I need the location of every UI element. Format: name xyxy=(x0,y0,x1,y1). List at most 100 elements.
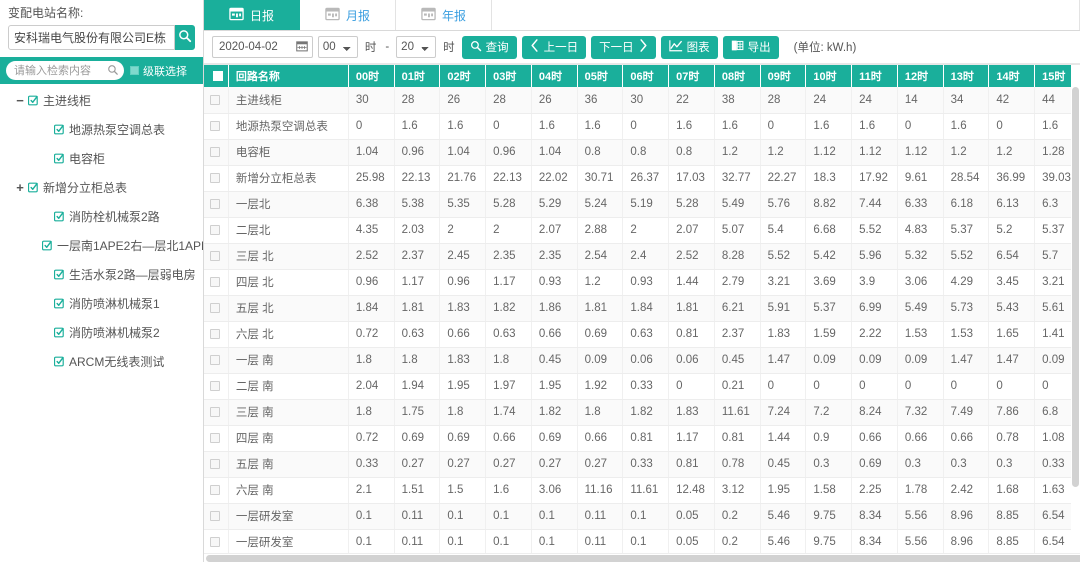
select-all-header[interactable] xyxy=(204,65,228,87)
next-day-button[interactable]: 下一日 xyxy=(591,36,656,59)
row-checkbox[interactable] xyxy=(210,355,220,365)
table-row[interactable]: 三层 南1.81.751.81.741.821.81.821.8311.617.… xyxy=(204,399,1080,425)
tree-node[interactable]: 一层南1APE2右—层北1APE1左 xyxy=(0,231,203,260)
tree-search-input[interactable] xyxy=(6,61,124,80)
table-row[interactable]: 三层 北2.522.372.452.352.352.542.42.528.285… xyxy=(204,243,1080,269)
table-row[interactable]: 主进线柜302826282636302238282424143442444844… xyxy=(204,87,1080,113)
row-checkbox[interactable] xyxy=(210,121,220,131)
row-checkbox[interactable] xyxy=(210,303,220,313)
prev-day-button[interactable]: 上一日 xyxy=(522,36,587,59)
row-checkbox[interactable] xyxy=(210,511,220,521)
row-select-cell[interactable] xyxy=(204,295,228,321)
row-select-cell[interactable] xyxy=(204,347,228,373)
row-checkbox[interactable] xyxy=(210,485,220,495)
table-row[interactable]: 一层 南1.81.81.831.80.450.090.060.060.451.4… xyxy=(204,347,1080,373)
query-button[interactable]: 查询 xyxy=(462,36,517,59)
table-row[interactable]: 二层 南2.041.941.951.971.951.920.3300.21000… xyxy=(204,373,1080,399)
row-checkbox[interactable] xyxy=(210,225,220,235)
meter-check-icon[interactable] xyxy=(54,269,65,283)
table-row[interactable]: 新增分立柜总表25.9822.1321.7622.1322.0230.7126.… xyxy=(204,165,1080,191)
row-select-cell[interactable] xyxy=(204,87,228,113)
tree-node[interactable]: 消防喷淋机械泵1 xyxy=(0,289,203,318)
collapse-icon[interactable]: − xyxy=(14,94,26,107)
tree-node[interactable]: −主进线柜 xyxy=(0,86,203,115)
row-select-cell[interactable] xyxy=(204,529,228,555)
row-select-cell[interactable] xyxy=(204,373,228,399)
station-search-button[interactable] xyxy=(175,25,195,50)
chart-button[interactable]: 图表 xyxy=(661,36,718,59)
checkbox-icon[interactable] xyxy=(130,66,139,75)
tree-node[interactable]: +新增分立柜总表 xyxy=(0,173,203,202)
row-select-cell[interactable] xyxy=(204,399,228,425)
table-row[interactable]: 地源热泵空调总表01.61.601.61.601.61.601.61.601.6… xyxy=(204,113,1080,139)
row-select-cell[interactable] xyxy=(204,451,228,477)
meter-check-icon[interactable] xyxy=(28,182,39,196)
meter-check-icon[interactable] xyxy=(54,356,65,370)
row-select-cell[interactable] xyxy=(204,503,228,529)
table-row[interactable]: 五层 南0.330.270.270.270.270.270.330.810.78… xyxy=(204,451,1080,477)
table-row[interactable]: 五层 北1.841.811.831.821.861.811.841.816.21… xyxy=(204,295,1080,321)
tree-node[interactable]: ARCM无线表测试 xyxy=(0,347,203,376)
cascade-select-label: 级联选择 xyxy=(143,63,187,79)
table-row[interactable]: 四层 北0.961.170.961.170.931.20.931.442.793… xyxy=(204,269,1080,295)
meter-check-icon[interactable] xyxy=(28,95,39,109)
select-all-checkbox[interactable] xyxy=(213,71,223,81)
export-button[interactable]: 导出 xyxy=(723,36,779,59)
row-select-cell[interactable] xyxy=(204,321,228,347)
row-checkbox[interactable] xyxy=(210,173,220,183)
tree-node[interactable]: 地源热泵空调总表 xyxy=(0,115,203,144)
horizontal-scrollbar-thumb[interactable] xyxy=(206,555,1080,562)
cascade-select-toggle[interactable]: 级联选择 xyxy=(130,63,187,79)
meter-check-icon[interactable] xyxy=(42,240,53,254)
tab-yearly[interactable]: 年报 xyxy=(396,0,492,30)
meter-check-icon[interactable] xyxy=(54,124,65,138)
table-row[interactable]: 六层 南2.11.511.51.63.0611.1611.6112.483.12… xyxy=(204,477,1080,503)
row-select-cell[interactable] xyxy=(204,269,228,295)
table-row[interactable]: 二层北4.352.03222.072.8822.075.075.46.685.5… xyxy=(204,217,1080,243)
row-checkbox[interactable] xyxy=(210,199,220,209)
row-select-cell[interactable] xyxy=(204,425,228,451)
row-checkbox[interactable] xyxy=(210,381,220,391)
row-checkbox[interactable] xyxy=(210,459,220,469)
vertical-scrollbar-thumb[interactable] xyxy=(1072,87,1079,487)
row-select-cell[interactable] xyxy=(204,191,228,217)
row-select-cell[interactable] xyxy=(204,217,228,243)
meter-check-icon[interactable] xyxy=(54,298,65,312)
table-row[interactable]: 一层研发室0.10.110.10.10.10.110.10.050.25.469… xyxy=(204,503,1080,529)
tree-node[interactable]: 消防喷淋机械泵2 xyxy=(0,318,203,347)
row-checkbox[interactable] xyxy=(210,433,220,443)
row-select-cell[interactable] xyxy=(204,139,228,165)
table-row[interactable]: 六层 北0.720.630.660.630.660.690.630.812.37… xyxy=(204,321,1080,347)
tree-node[interactable]: 消防栓机械泵2路 xyxy=(0,202,203,231)
tree-node[interactable]: 电容柜 xyxy=(0,144,203,173)
table-row[interactable]: 一层北6.385.385.355.285.295.245.195.285.495… xyxy=(204,191,1080,217)
hour-to-select[interactable]: 20 xyxy=(396,36,436,58)
table-row[interactable]: 一层研发室0.10.110.10.10.10.110.10.050.25.469… xyxy=(204,529,1080,555)
calendar-icon[interactable] xyxy=(296,40,308,55)
vertical-scrollbar[interactable] xyxy=(1071,65,1080,562)
horizontal-scrollbar[interactable] xyxy=(204,553,1080,562)
table-row[interactable]: 四层 南0.720.690.690.660.690.660.811.170.81… xyxy=(204,425,1080,451)
row-checkbox[interactable] xyxy=(210,147,220,157)
row-checkbox[interactable] xyxy=(210,407,220,417)
tab-daily[interactable]: 日报 xyxy=(204,0,300,30)
row-checkbox[interactable] xyxy=(210,537,220,547)
meter-check-icon[interactable] xyxy=(54,327,65,341)
row-select-cell[interactable] xyxy=(204,165,228,191)
row-select-cell[interactable] xyxy=(204,113,228,139)
expand-icon[interactable]: + xyxy=(14,181,26,194)
row-checkbox[interactable] xyxy=(210,95,220,105)
row-checkbox[interactable] xyxy=(210,329,220,339)
tree-node[interactable]: 生活水泵2路—层弱电房 xyxy=(0,260,203,289)
tab-monthly[interactable]: 月报 xyxy=(300,0,396,30)
table-row[interactable]: 电容柜1.040.961.040.961.040.80.80.81.21.21.… xyxy=(204,139,1080,165)
date-picker[interactable]: 2020-04-02 xyxy=(212,36,313,58)
row-select-cell[interactable] xyxy=(204,243,228,269)
station-input[interactable] xyxy=(8,25,175,50)
row-select-cell[interactable] xyxy=(204,477,228,503)
row-checkbox[interactable] xyxy=(210,277,220,287)
row-checkbox[interactable] xyxy=(210,251,220,261)
hour-from-select[interactable]: 00 xyxy=(318,36,358,58)
meter-check-icon[interactable] xyxy=(54,211,65,225)
meter-check-icon[interactable] xyxy=(54,153,65,167)
